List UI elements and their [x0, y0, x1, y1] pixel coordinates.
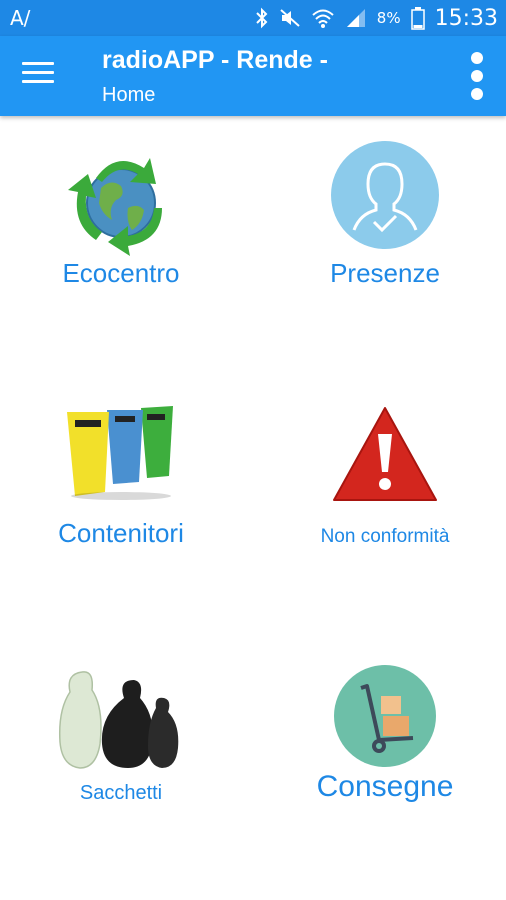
battery-icon — [410, 7, 425, 30]
overflow-dot-icon — [471, 52, 483, 64]
menu-icon-line — [22, 71, 54, 74]
tile-label: Contenitori — [58, 518, 184, 548]
menu-icon-line — [22, 80, 54, 83]
tile-contenitori[interactable]: Contenitori — [21, 400, 221, 560]
tile-ecocentro[interactable]: Ecocentro — [21, 148, 221, 298]
warning-icon — [333, 407, 437, 501]
tile-presenze[interactable]: Presenze — [285, 140, 485, 300]
wifi-icon — [312, 9, 334, 28]
signal-icon — [346, 9, 365, 27]
tile-label: Presenze — [330, 258, 440, 288]
hand-truck-icon — [334, 665, 436, 767]
overflow-dot-icon — [471, 70, 483, 82]
tile-sacchetti[interactable]: Sacchetti — [21, 664, 221, 814]
tile-label: Consegne — [316, 770, 454, 803]
page-subtitle: Home — [102, 84, 156, 106]
tile-label: Non conformità — [320, 526, 450, 547]
clock: 15:33 — [434, 5, 498, 31]
app-title: radioAPP - Rende - — [102, 46, 328, 74]
status-icons: 8% 15:33 — [255, 0, 498, 36]
person-check-icon — [331, 141, 439, 249]
text-input-indicator-icon: A/ — [10, 6, 31, 30]
mute-icon — [280, 9, 300, 27]
menu-icon-line — [22, 62, 54, 65]
trash-bags-icon — [58, 671, 179, 769]
app-bar: radioAPP - Rende - Home — [0, 36, 506, 116]
recycle-globe-icon — [68, 158, 162, 256]
status-bar: A/ 8% 15:33 — [0, 0, 506, 36]
menu-button[interactable] — [22, 62, 54, 90]
battery-percent: 8% — [376, 9, 401, 27]
bins-icon — [67, 406, 173, 500]
tile-label: Sacchetti — [79, 782, 163, 804]
bluetooth-icon — [256, 7, 268, 29]
overflow-dot-icon — [471, 88, 483, 100]
overflow-menu-button[interactable] — [470, 52, 484, 100]
tile-consegne[interactable]: Consegne — [285, 664, 485, 814]
tile-non-conformita[interactable]: Non conformità — [285, 404, 485, 554]
tile-label: Ecocentro — [62, 258, 180, 288]
